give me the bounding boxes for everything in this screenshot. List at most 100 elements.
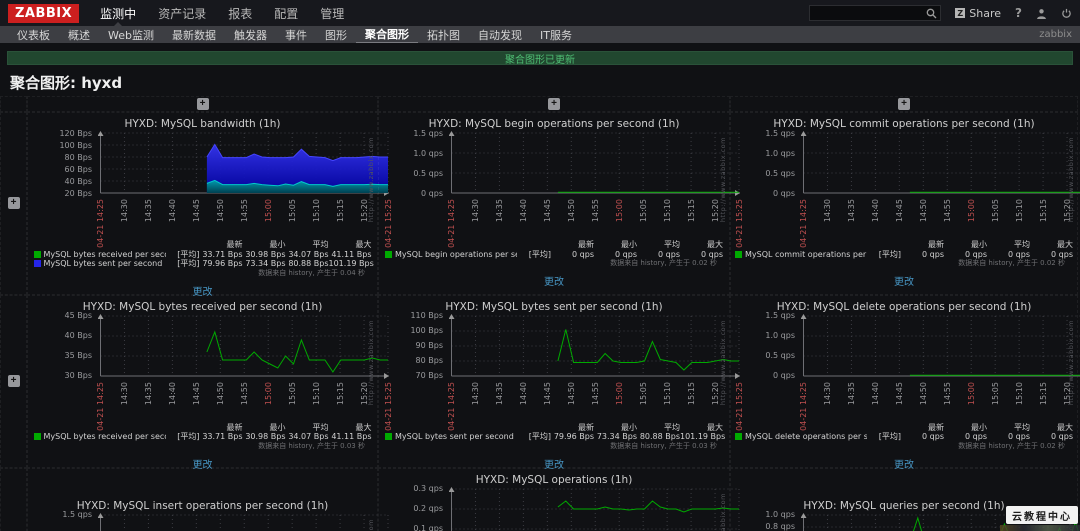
legend-header-row: 最新 最小 平均 最大 bbox=[385, 423, 723, 433]
add-cell-button[interactable]: + bbox=[7, 197, 20, 210]
zabbix-url-watermark: http://www.zabbix.com bbox=[1067, 319, 1075, 405]
user-profile-button[interactable] bbox=[1036, 8, 1047, 19]
main-menu-item[interactable]: 配置 bbox=[263, 0, 309, 26]
main-menu-item[interactable]: 报表 bbox=[217, 0, 263, 26]
x-tick-label: 14:35 bbox=[846, 381, 856, 405]
subnav-item[interactable]: 图形 bbox=[316, 26, 356, 43]
x-tick-label: 14:50 bbox=[918, 199, 928, 223]
aggregation-label: [平均] bbox=[177, 259, 200, 268]
aggregation-label: [平均] bbox=[528, 249, 551, 259]
x-tick-label: 15:05 bbox=[287, 199, 297, 223]
subnav-item[interactable]: 自动发现 bbox=[469, 26, 531, 43]
graph-plot[interactable]: 04-21 14:2514:3014:3514:4014:4514:5014:5… bbox=[799, 131, 1080, 248]
legend-stat-value: 0 qps bbox=[701, 249, 723, 259]
x-tick-label: 15:05 bbox=[638, 381, 648, 405]
x-tick-label: 15:00 bbox=[263, 381, 273, 405]
legend-header: 平均 bbox=[664, 422, 680, 432]
legend-header: 平均 bbox=[312, 422, 329, 432]
search-box[interactable] bbox=[809, 5, 942, 21]
main-menu-item[interactable]: 资产记录 bbox=[147, 0, 217, 26]
graph-plot[interactable]: 04-21 14:2514:3014:3514:4014:4514:5014:5… bbox=[96, 131, 393, 248]
legend-color-swatch bbox=[33, 433, 41, 441]
x-tick-label: 14:45 bbox=[542, 381, 552, 405]
y-axis-labels: 1.0 qps0.8 qps0.6 qps0.4 qps0.2 qps0 qps bbox=[749, 510, 801, 531]
series-name-label: MySQL bytes received per second bbox=[43, 432, 166, 441]
aggregation-label: [平均] bbox=[528, 432, 551, 441]
x-tick-label: 14:50 bbox=[215, 381, 225, 405]
legend-stat-value: 33.71 Bps bbox=[202, 249, 243, 259]
chart-cell: HYXD: MySQL operations (1h) 0.3 qps 0.2 qp… bbox=[378, 467, 740, 531]
y-axis-labels: 110 Bps 100 Bps 90 Bps 80 Bps 70 Bps bbox=[397, 311, 449, 422]
y-tick-label: 0.5 qps bbox=[765, 168, 795, 178]
x-tick-label: 04-21 14:25 bbox=[447, 199, 456, 248]
legend-stat-value: 0 qps bbox=[965, 249, 987, 259]
share-button[interactable]: Z Share bbox=[955, 7, 1001, 20]
graph-plot[interactable]: 04-21 14:2514:3014:3514:4014:4514:5014:5… bbox=[447, 131, 744, 248]
chart-block: HYXD: MySQL bandwidth (1h) 120 Bps 100 Bps… bbox=[28, 115, 393, 298]
add-cell-button[interactable]: + bbox=[548, 98, 560, 110]
x-axis-labels: 04-21 14:25 14:30 14:35 14:40 14:45 14:50 14:5… bbox=[447, 197, 744, 248]
y-tick-label: 45 Bps bbox=[64, 311, 92, 320]
add-column-strip: + bbox=[378, 96, 730, 112]
x-tick-label: 15:15 bbox=[686, 381, 696, 405]
legend-header: 最小 bbox=[971, 422, 987, 432]
legend-header: 最大 bbox=[355, 422, 372, 432]
x-tick-label: 14:35 bbox=[143, 199, 153, 223]
graph-plot[interactable]: 04-21 14:2514:3014:3514:4014:4514:5014:5… bbox=[449, 486, 741, 531]
add-column-strip: + bbox=[27, 96, 378, 112]
search-input[interactable] bbox=[810, 7, 927, 19]
subnav-item[interactable]: 聚合图形 bbox=[355, 26, 418, 43]
legend-stat-value: 80.88 Bps bbox=[288, 259, 329, 268]
zabbix-url-watermark: http://www.zabbix.com bbox=[719, 137, 727, 223]
main-menu-item[interactable]: 监测中 bbox=[89, 0, 147, 27]
subnav-item[interactable]: IT服务 bbox=[531, 26, 581, 43]
legend-header: 最新 bbox=[226, 422, 243, 432]
subnav-item[interactable]: 拓扑图 bbox=[418, 26, 469, 43]
chart-cell: HYXD: MySQL bytes sent per second (1h) 11… bbox=[378, 294, 744, 471]
graph-plot[interactable]: 04-21 14:2514:3014:3514:4014:4514:5014:5… bbox=[98, 512, 390, 531]
subnav-item[interactable]: 概述 bbox=[59, 26, 99, 43]
legend-header: 最新 bbox=[928, 422, 944, 432]
watermark-overlay: 云教程中心 bbox=[1006, 506, 1078, 524]
change-row: 更改 bbox=[28, 280, 377, 298]
subnav-item[interactable]: 最新数据 bbox=[163, 26, 225, 43]
change-link[interactable]: 更改 bbox=[544, 277, 564, 288]
chart-legend: 最新 最小 平均 最大 MySQL bytes received per second [… bbox=[33, 422, 372, 442]
legend-series-name: MySQL bytes sent per second bbox=[385, 432, 517, 442]
subnav-item[interactable]: Web监测 bbox=[99, 26, 163, 43]
y-tick-label: 60 Bps bbox=[64, 164, 92, 174]
help-button[interactable]: ? bbox=[1015, 6, 1022, 20]
chart-block: HYXD: MySQL insert operations per second… bbox=[28, 497, 389, 531]
legend-header: 最大 bbox=[1057, 422, 1073, 432]
legend-stat-value: 41.11 Bps bbox=[331, 249, 372, 259]
change-link[interactable]: 更改 bbox=[894, 277, 914, 288]
x-tick-label: 14:35 bbox=[494, 381, 504, 405]
subnav-item[interactable]: 事件 bbox=[276, 26, 316, 43]
y-axis-labels: 0.3 qps0.2 qps0.1 qps0 qps bbox=[397, 484, 449, 531]
y-tick-label: 1.5 qps bbox=[765, 311, 795, 320]
logout-button[interactable] bbox=[1061, 8, 1072, 19]
add-cell-button[interactable]: + bbox=[7, 375, 20, 387]
y-axis-labels: 1.5 qps 1.0 qps 0.5 qps 0 qps bbox=[749, 311, 801, 422]
subnav-item[interactable]: 触发器 bbox=[225, 26, 276, 43]
add-cell-button[interactable]: + bbox=[898, 98, 910, 110]
graph-plot[interactable]: 04-21 14:2514:3014:3514:4014:4514:5014:5… bbox=[447, 313, 744, 430]
x-tick-label: 14:40 bbox=[870, 381, 880, 405]
chart-cell: HYXD: MySQL bandwidth (1h) 120 Bps 100 Bps… bbox=[27, 112, 393, 298]
legend-stat-value: 0 qps bbox=[922, 432, 944, 441]
main-menu-item[interactable]: 管理 bbox=[309, 0, 355, 26]
graph-plot[interactable]: 04-21 14:2514:3014:3514:4014:4514:5014:5… bbox=[96, 313, 393, 430]
add-cell-button[interactable]: + bbox=[196, 98, 209, 110]
x-tick-label: 14:35 bbox=[143, 381, 153, 405]
x-tick-label: 15:00 bbox=[614, 199, 624, 223]
legend-stat-value: 30.98 Bps bbox=[245, 249, 286, 259]
x-tick-label: 14:55 bbox=[239, 381, 249, 405]
x-tick-label: 15:10 bbox=[311, 381, 321, 405]
legend-stat-value: 0 qps bbox=[572, 249, 594, 259]
subnav-item[interactable]: 仪表板 bbox=[8, 26, 59, 43]
y-tick-label: 0 qps bbox=[773, 371, 795, 380]
chart-cell: HYXD: MySQL insert operations per second… bbox=[27, 467, 389, 531]
x-tick-label: 14:30 bbox=[119, 381, 129, 405]
zabbix-url-watermark: http://www.zabbix.com bbox=[719, 493, 727, 531]
graph-plot[interactable]: 04-21 14:2514:3014:3514:4014:4514:5014:5… bbox=[799, 313, 1080, 430]
